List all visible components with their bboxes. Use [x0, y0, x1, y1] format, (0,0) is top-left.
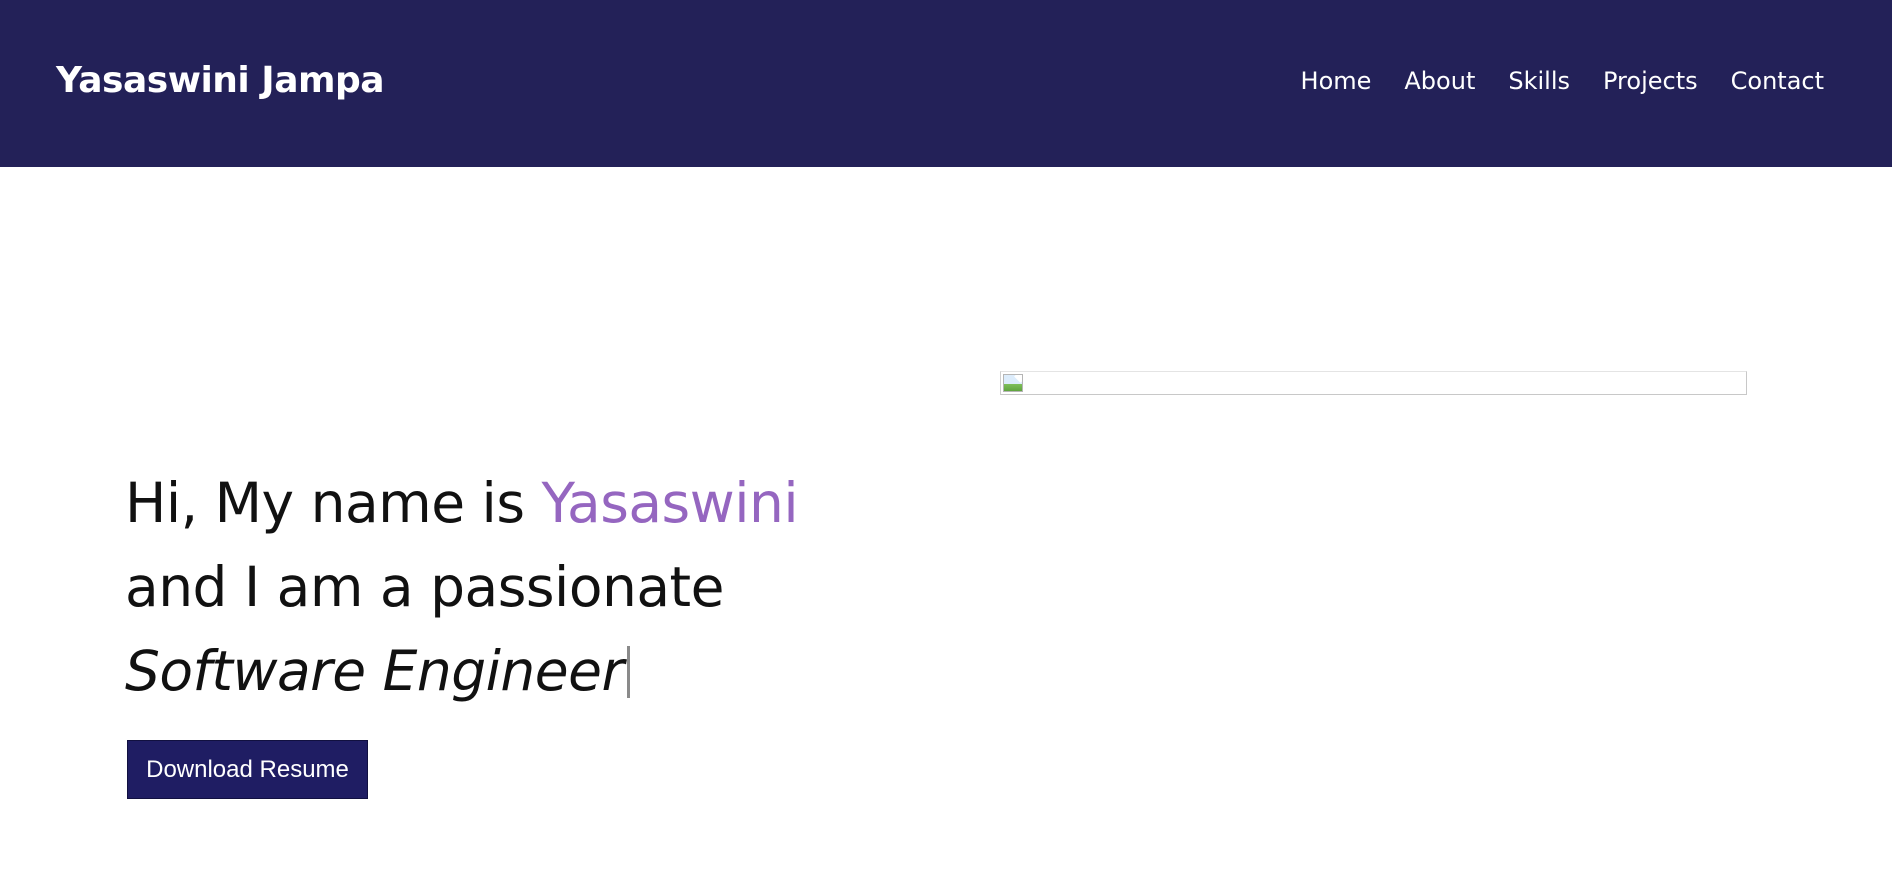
navbar: Yasaswini Jampa Home About Skills Projec… [0, 0, 1892, 167]
nav-link-about[interactable]: About [1404, 62, 1475, 100]
hero-heading: Hi, My name is Yasaswini and I am a pass… [125, 461, 799, 713]
hero-image [1000, 371, 1747, 395]
broken-image-icon [1003, 374, 1023, 392]
hero-line-greeting: Hi, My name is Yasaswini [125, 461, 799, 545]
nav-link-contact[interactable]: Contact [1731, 62, 1824, 100]
hero-line-intro: and I am a passionate [125, 555, 724, 619]
text-cursor-icon [626, 646, 630, 698]
greeting-prefix: Hi, My name is [125, 471, 542, 535]
hero-name: Yasaswini [541, 471, 799, 535]
brand-logo[interactable]: Yasaswini Jampa [56, 58, 385, 104]
download-resume-button[interactable]: Download Resume [127, 740, 368, 799]
typed-role: Software Engineer [125, 639, 624, 703]
hero-line-role: Software Engineer [125, 629, 798, 713]
nav-menu: Home About Skills Projects Contact [1301, 62, 1824, 100]
nav-link-home[interactable]: Home [1301, 62, 1372, 100]
nav-link-skills[interactable]: Skills [1508, 62, 1570, 100]
nav-link-projects[interactable]: Projects [1603, 62, 1698, 100]
